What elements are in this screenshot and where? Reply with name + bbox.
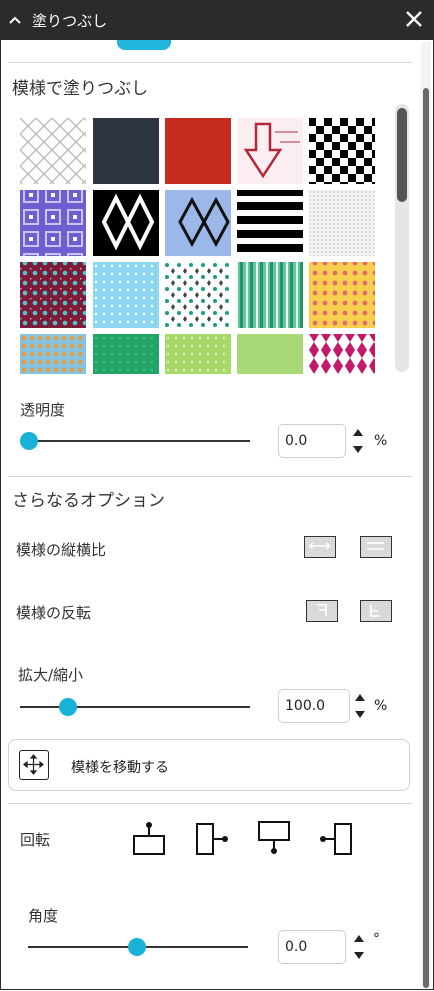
scale-slider-knob[interactable] (59, 698, 77, 716)
pattern-swatch-grid (20, 118, 380, 374)
rotate-bottom-icon[interactable] (256, 818, 292, 856)
collapse-chevron-icon[interactable] (0, 0, 30, 40)
swatch-red-texture[interactable] (165, 118, 231, 184)
opacity-spinner[interactable] (352, 426, 364, 456)
move-pattern-button[interactable]: 模様を移動する (8, 739, 410, 791)
divider (8, 476, 412, 477)
swatch-blue-diamonds[interactable] (165, 190, 231, 256)
swatch-pink-harlequin[interactable] (309, 334, 375, 374)
opacity-input[interactable]: 0.0 (278, 424, 346, 458)
more-options-title: さらなるオプション (12, 491, 165, 511)
swatch-purple-blocks[interactable] (20, 190, 86, 256)
swatch-maroon-dots[interactable] (20, 262, 86, 328)
move-arrows-icon (19, 750, 49, 780)
opacity-unit: % (374, 433, 388, 449)
opacity-slider-track[interactable] (22, 440, 250, 442)
swatch-red-arrows[interactable] (237, 118, 303, 184)
angle-spinner[interactable] (353, 932, 365, 962)
swatch-yellow-dots[interactable] (309, 262, 375, 328)
flip-vertical-icon[interactable] (360, 600, 392, 622)
rotate-label: 回転 (20, 831, 51, 849)
rotate-right-icon[interactable] (194, 820, 230, 858)
divider (8, 803, 412, 804)
move-pattern-label: 模様を移動する (71, 760, 169, 776)
swatch-dark-denim[interactable] (93, 118, 159, 184)
active-tab-indicator (117, 40, 171, 50)
scale-slider-track[interactable] (20, 706, 250, 708)
swatch-diamond-lattice[interactable] (20, 118, 86, 184)
scale-unit: % (374, 698, 388, 714)
angle-input[interactable]: 0.0 (278, 930, 346, 964)
swatch-light-blue-dots[interactable] (93, 262, 159, 328)
panel-titlebar: 塗りつぶし (0, 0, 434, 40)
swatch-gray-dots[interactable] (309, 190, 375, 256)
rotate-left-icon[interactable] (318, 820, 354, 858)
flip-horizontal-icon[interactable] (306, 600, 338, 622)
pattern-flip-label: 模様の反転 (16, 604, 92, 622)
swatch-lime-green[interactable] (237, 334, 303, 374)
opacity-slider-knob[interactable] (20, 432, 38, 450)
swatch-teal-diamond-dots[interactable] (165, 262, 231, 328)
close-icon[interactable] (400, 5, 428, 33)
rotate-top-icon[interactable] (131, 820, 167, 858)
pattern-aspect-label: 模様の縦横比 (16, 541, 107, 559)
pattern-section-title: 模様で塗りつぶし (12, 79, 149, 99)
divider (8, 62, 412, 63)
swatch-light-green-dots[interactable] (165, 334, 231, 374)
swatch-black-stripes[interactable] (237, 190, 303, 256)
aspect-keep-ratio-icon[interactable] (304, 536, 336, 558)
scale-input[interactable]: 100.0 (278, 689, 350, 723)
pattern-swatch-canvas (20, 118, 375, 374)
swatch-green-stripes[interactable] (237, 262, 303, 328)
scale-label: 拡大/縮小 (18, 666, 84, 684)
swatch-black-diamonds[interactable] (93, 190, 159, 256)
angle-slider-knob[interactable] (128, 938, 146, 956)
panel-title: 塗りつぶし (32, 11, 108, 30)
scale-spinner[interactable] (354, 691, 366, 721)
panel-scrollbar-thumb[interactable] (423, 88, 429, 988)
swatch-orange-blue-dots[interactable] (20, 334, 86, 374)
swatch-scrollbar-thumb[interactable] (397, 108, 407, 202)
swatch-checkerboard[interactable] (309, 118, 375, 184)
angle-label: 角度 (28, 907, 59, 925)
angle-unit: ° (373, 931, 380, 947)
opacity-label: 透明度 (20, 401, 66, 419)
aspect-free-ratio-icon[interactable] (360, 536, 392, 558)
swatch-green-dots[interactable] (93, 334, 159, 374)
